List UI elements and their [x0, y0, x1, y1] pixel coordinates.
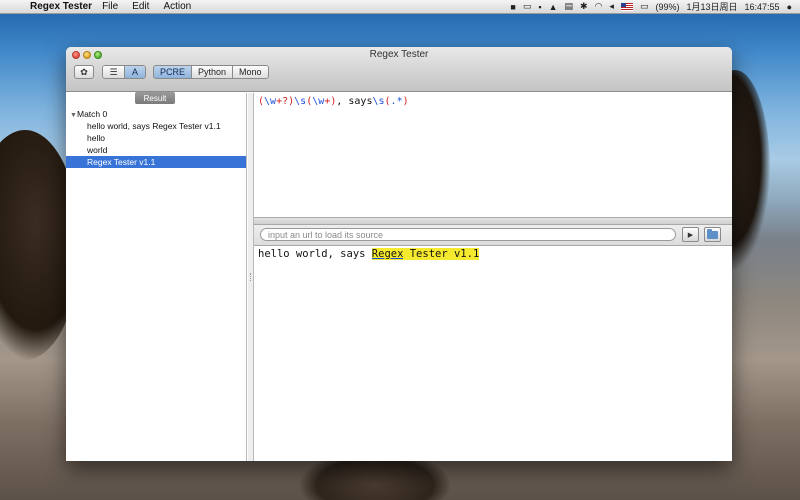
user-icon[interactable]: ● — [787, 2, 792, 12]
load-url-button[interactable]: ▶ — [682, 227, 699, 242]
menu-bar: Regex Tester File Edit Action ■ ▭ ▪ ▲ ▤ … — [0, 0, 800, 14]
tree-row-match-0[interactable]: ▼Match 0 — [66, 108, 246, 120]
list-view-button[interactable]: ☰ — [103, 66, 124, 78]
battery-percent[interactable]: (99%) — [655, 2, 679, 12]
match-highlight-rest: Tester v1.1 — [403, 248, 480, 260]
debug-button[interactable]: ✿ — [74, 65, 94, 79]
bluetooth-icon[interactable]: ✱ — [580, 1, 588, 12]
regex-token: , says — [336, 96, 373, 107]
title-toolbar: Regex Tester ✿ ☰ A PCRE Python Mono — [66, 47, 732, 92]
regex-tester-window: Regex Tester ✿ ☰ A PCRE Python Mono Resu… — [66, 47, 732, 461]
horizontal-splitter[interactable] — [254, 217, 732, 225]
disclosure-triangle-icon[interactable]: ▼ — [70, 110, 77, 122]
menu-app-name[interactable]: Regex Tester — [30, 1, 92, 12]
tree-row-label: Match 0 — [77, 109, 108, 119]
menu-file[interactable]: File — [102, 1, 118, 12]
text-view-button[interactable]: A — [124, 66, 145, 78]
regex-token: \w — [264, 96, 277, 107]
play-icon: ▶ — [687, 231, 694, 239]
folder-icon — [707, 228, 718, 239]
splitter-grip-icon — [250, 273, 252, 281]
input-source-flag-icon[interactable] — [620, 2, 633, 11]
regex-token: .* — [390, 96, 403, 107]
text-format-icon: A — [131, 67, 138, 77]
open-file-button[interactable] — [704, 227, 721, 242]
result-tab[interactable]: Result — [135, 92, 175, 104]
window-title: Regex Tester — [369, 49, 429, 60]
battery-icon[interactable]: ▭ — [640, 1, 649, 12]
test-text-plain: hello world, says — [258, 248, 372, 260]
url-toolbar: ▶ — [254, 225, 732, 246]
regex-token: \w — [312, 96, 325, 107]
menu-clock[interactable]: 16:47:55 — [745, 2, 780, 12]
tree-row-group-3[interactable]: Regex Tester v1.1 — [66, 156, 246, 168]
document-icon[interactable]: ▤ — [565, 1, 574, 12]
engine-python[interactable]: Python — [191, 66, 233, 78]
menu-action[interactable]: Action — [163, 1, 191, 12]
match-highlight-word: Regex — [371, 248, 404, 260]
result-pane: Result ▼Match 0 hello world, says Regex … — [66, 92, 247, 461]
bug-icon: ✿ — [80, 66, 88, 77]
match-tree: ▼Match 0 hello world, says Regex Tester … — [66, 108, 246, 168]
volume-icon[interactable]: ◂ — [609, 1, 614, 12]
regex-token: \s — [372, 96, 385, 107]
menu-date[interactable]: 1月13日周日 — [686, 0, 737, 13]
tree-row-group-0[interactable]: hello world, says Regex Tester v1.1 — [66, 120, 246, 132]
regex-token: \s — [294, 96, 307, 107]
lock-icon[interactable]: ▲ — [549, 2, 558, 12]
cat-icon[interactable]: ■ — [510, 2, 515, 12]
wifi-icon[interactable]: ◠ — [595, 1, 603, 12]
list-icon: ☰ — [109, 66, 118, 77]
test-text-editor[interactable]: hello world, says Regex Tester v1.1 — [254, 246, 732, 461]
status-box-icon[interactable]: ▭ — [523, 1, 532, 12]
menu-extras: ■ ▭ ▪ ▲ ▤ ✱ ◠ ◂ ▭ (99%) 1月13日周日 16:47:55… — [510, 0, 800, 13]
engine-selector: PCRE Python Mono — [153, 65, 269, 79]
engine-mono[interactable]: Mono — [232, 66, 268, 78]
tree-row-group-2[interactable]: world — [66, 144, 246, 156]
regex-token: ) — [402, 96, 409, 107]
menu-edit[interactable]: Edit — [132, 1, 149, 12]
regex-editor[interactable]: (\w+?)\s(\w+), says\s(.*) — [254, 93, 732, 217]
engine-pcre[interactable]: PCRE — [154, 66, 192, 78]
regex-token: +? — [276, 96, 289, 107]
view-mode-control: ☰ A — [102, 65, 146, 79]
url-input[interactable] — [260, 228, 676, 241]
box-icon[interactable]: ▪ — [538, 2, 541, 12]
tree-row-group-1[interactable]: hello — [66, 132, 246, 144]
